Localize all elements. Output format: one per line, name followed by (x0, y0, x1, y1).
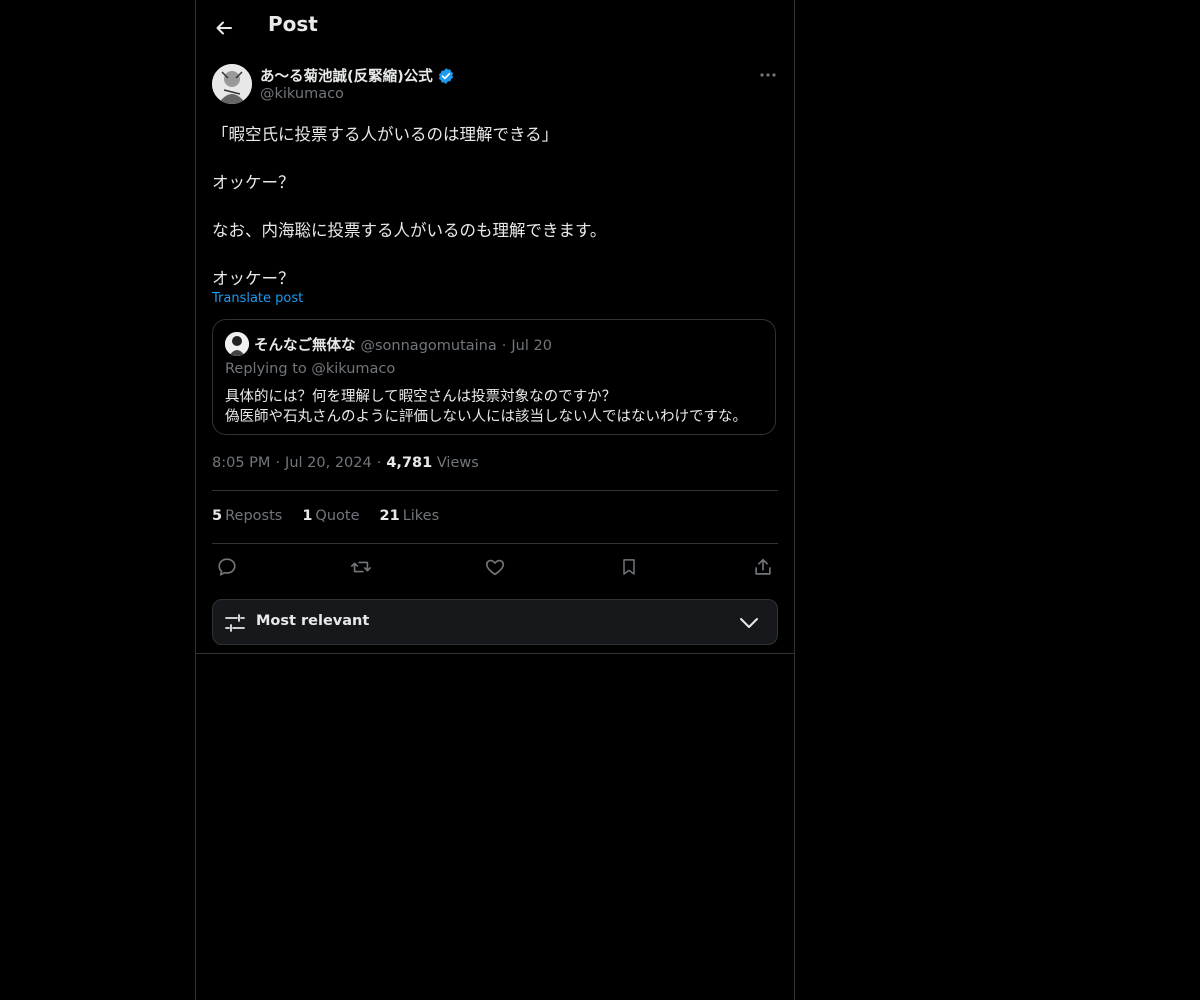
quoted-avatar-illustration (225, 332, 249, 356)
header: Post (196, 0, 794, 55)
more-options-button[interactable] (756, 64, 780, 86)
reply-button[interactable] (214, 554, 240, 580)
post-text-line-1: 「暇空氏に投票する人がいるのは理解できる」 (212, 125, 559, 144)
post-text-line-2: オッケー？ (212, 173, 295, 192)
post-date[interactable]: Jul 20, 2024 (285, 455, 372, 471)
bookmark-button[interactable] (616, 554, 642, 580)
quoted-separator: · (501, 338, 507, 354)
back-arrow-icon (216, 21, 232, 35)
views-count: 4,781 (386, 455, 433, 471)
author-name-text: あ〜る菊池誠(反緊縮)公式 (260, 69, 433, 85)
post-metadata: 8:05 PM · Jul 20, 2024 · 4,781 Views (212, 455, 479, 471)
reply-icon (218, 558, 236, 576)
avatar[interactable] (212, 64, 252, 104)
likes-count: 21 (379, 508, 400, 524)
translate-post-link[interactable]: Translate post (212, 291, 303, 306)
likes-stat[interactable]: 21 Likes (380, 508, 440, 524)
quotes-stat[interactable]: 1 Quote (302, 508, 359, 524)
divider (212, 490, 778, 491)
post-time[interactable]: 8:05 PM (212, 455, 270, 471)
post-text-line-4: オッケー？ (212, 269, 295, 288)
bookmark-icon (623, 559, 635, 575)
reposts-label: Reposts (225, 508, 283, 524)
reposts-count: 5 (212, 508, 223, 524)
quoted-text-line-2: 偽医師や石丸さんのように評価しない人には該当しない人ではないわけですな。 (225, 409, 747, 425)
post-detail: Post あ〜る菊池誠(反緊縮)公式 @kikumaco 「暇空氏に投票する人が… (196, 0, 794, 654)
reposts-stat[interactable]: 5 Reposts (212, 508, 282, 524)
chevron-down-icon (740, 618, 758, 628)
main-column: Post あ〜る菊池誠(反緊縮)公式 @kikumaco 「暇空氏に投票する人が… (195, 0, 795, 1000)
reply-sort-dropdown[interactable]: Most relevant (212, 599, 778, 645)
quoted-author-handle: @sonnagomutaina (360, 338, 497, 354)
engagement-stats: 5 Reposts 1 Quote 21 Likes (212, 508, 439, 524)
like-button[interactable] (482, 554, 508, 580)
quotes-count: 1 (302, 508, 313, 524)
back-button[interactable] (210, 14, 238, 42)
repost-icon (351, 561, 371, 573)
quoted-avatar (225, 332, 249, 356)
likes-label: Likes (402, 508, 440, 524)
quotes-label: Quote (315, 508, 360, 524)
quoted-author-name: そんなご無体な (254, 338, 356, 354)
repost-button[interactable] (348, 554, 374, 580)
sliders-icon (225, 614, 245, 632)
quoted-post-card[interactable]: そんなご無体な @sonnagomutaina · Jul 20 Replyin… (212, 319, 776, 435)
avatar-illustration (212, 64, 252, 104)
author-handle[interactable]: @kikumaco (260, 86, 344, 102)
post-text-line-3: なお、内海聡に投票する人がいるのも理解できます。 (212, 221, 607, 240)
page-title: Post (268, 12, 318, 36)
sort-label: Most relevant (256, 613, 370, 629)
author-name[interactable]: あ〜る菊池誠(反緊縮)公式 (260, 65, 455, 86)
meta-separator: · (376, 455, 382, 471)
share-button[interactable] (750, 554, 776, 580)
share-icon (755, 558, 771, 575)
more-dots-icon (760, 73, 776, 77)
quoted-header: そんなご無体な @sonnagomutaina · Jul 20 (254, 334, 552, 355)
verified-badge-icon (438, 67, 453, 84)
quoted-text-line-1: 具体的には？何を理解して暇空さんは投票対象なのですか？ (225, 389, 617, 405)
views-label: Views (436, 455, 479, 471)
meta-separator: · (275, 455, 281, 471)
quoted-date: Jul 20 (511, 338, 552, 354)
quoted-replying-to: Replying to @kikumaco (225, 361, 396, 377)
divider (212, 543, 778, 544)
heart-icon (485, 559, 505, 576)
